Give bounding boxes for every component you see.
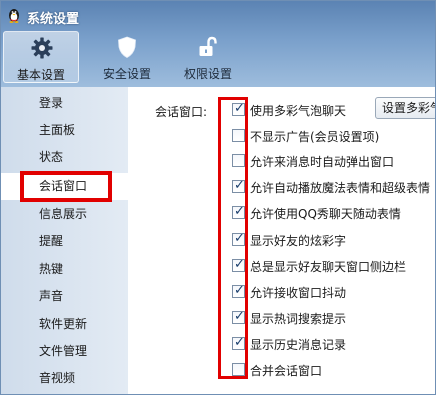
option-label: 允许使用QQ秀聊天随动表情 bbox=[250, 207, 401, 221]
header: 系统设置 基本设置 安全设置 权限设置 bbox=[1, 1, 435, 87]
check-icon: ✓ bbox=[234, 178, 245, 193]
tab-permission-settings-label: 权限设置 bbox=[183, 67, 232, 81]
sidebar: 登录 主面板 状态 会话窗口 信息展示 提醒 热键 声音 软件更新 文件管理 音… bbox=[1, 87, 128, 394]
check-icon: ✓ bbox=[234, 309, 245, 324]
option-checkbox[interactable] bbox=[232, 363, 245, 376]
gear-icon bbox=[31, 37, 53, 59]
sidebar-item-info-display[interactable]: 信息展示 bbox=[1, 201, 128, 228]
sidebar-item-software-update[interactable]: 软件更新 bbox=[1, 311, 128, 338]
option-label: 允许来消息时自动弹出窗口 bbox=[250, 155, 395, 169]
option-label: 显示好友的炫彩字 bbox=[250, 234, 347, 248]
tab-permission-settings[interactable]: 权限设置 bbox=[170, 31, 246, 83]
option-label: 允许接收窗口抖动 bbox=[250, 286, 347, 300]
tab-basic-settings[interactable]: 基本设置 bbox=[3, 31, 79, 83]
sidebar-item-main-panel[interactable]: 主面板 bbox=[1, 117, 128, 144]
sidebar-item-file-management[interactable]: 文件管理 bbox=[1, 338, 128, 365]
tab-security-settings-label: 安全设置 bbox=[102, 67, 151, 81]
section-label: 会话窗口: bbox=[155, 105, 208, 119]
sidebar-item-status[interactable]: 状态 bbox=[1, 144, 128, 171]
sidebar-item-reminder[interactable]: 提醒 bbox=[1, 228, 128, 255]
option-checkbox[interactable]: ✓ bbox=[232, 283, 245, 298]
sidebar-item-chat-window[interactable]: 会话窗口 bbox=[1, 173, 128, 200]
option-label: 不显示广告(会员设置项) bbox=[250, 130, 380, 144]
option-label: 允许自动播放魔法表情和超级表情 bbox=[250, 181, 431, 195]
sidebar-item-login[interactable]: 登录 bbox=[1, 90, 128, 117]
check-icon: ✓ bbox=[234, 204, 245, 219]
shield-icon bbox=[118, 36, 136, 58]
option-checkbox[interactable]: ✓ bbox=[232, 178, 245, 193]
penguin-icon bbox=[9, 9, 19, 23]
check-icon: ✓ bbox=[234, 257, 245, 272]
option-checkbox[interactable]: ✓ bbox=[232, 309, 245, 324]
option-checkbox[interactable]: ✓ bbox=[232, 257, 245, 272]
check-icon: ✓ bbox=[234, 231, 245, 246]
option-checkbox[interactable]: ✓ bbox=[232, 335, 245, 350]
check-icon: ✓ bbox=[234, 101, 245, 116]
window-title: 系统设置 bbox=[27, 12, 80, 27]
settings-window: 系统设置 基本设置 安全设置 权限设置 登录 主面板 状态 会话窗口 信息展示 … bbox=[0, 0, 436, 395]
option-label: 合并会话窗口 bbox=[250, 364, 323, 378]
option-checkbox[interactable]: ✓ bbox=[232, 204, 245, 219]
settings-panel: 会话窗口: 设置多彩气 ✓ 使用多彩气泡聊天 不显示广告(会员设置项) 允许来消… bbox=[128, 87, 435, 394]
option-checkbox[interactable]: ✓ bbox=[232, 101, 245, 116]
option-checkbox[interactable] bbox=[232, 154, 245, 167]
option-checkbox[interactable] bbox=[232, 129, 245, 142]
option-label: 总是显示好友聊天窗口侧边栏 bbox=[250, 260, 407, 274]
option-label: 使用多彩气泡聊天 bbox=[250, 104, 347, 118]
bubble-settings-button[interactable]: 设置多彩气 bbox=[375, 97, 435, 119]
sidebar-item-sound[interactable]: 声音 bbox=[1, 283, 128, 310]
tab-security-settings[interactable]: 安全设置 bbox=[89, 31, 165, 83]
title-bar: 系统设置 bbox=[1, 1, 435, 29]
check-icon: ✓ bbox=[234, 283, 245, 298]
tab-basic-settings-label: 基本设置 bbox=[16, 68, 65, 82]
option-label: 显示历史消息记录 bbox=[250, 338, 347, 352]
sidebar-item-audio-video[interactable]: 音视频 bbox=[1, 365, 128, 392]
option-label: 显示热词搜索提示 bbox=[250, 312, 347, 326]
option-checkbox[interactable]: ✓ bbox=[232, 231, 245, 246]
sidebar-item-hotkeys[interactable]: 热键 bbox=[1, 256, 128, 283]
check-icon: ✓ bbox=[234, 335, 245, 350]
unlock-icon bbox=[199, 36, 217, 56]
